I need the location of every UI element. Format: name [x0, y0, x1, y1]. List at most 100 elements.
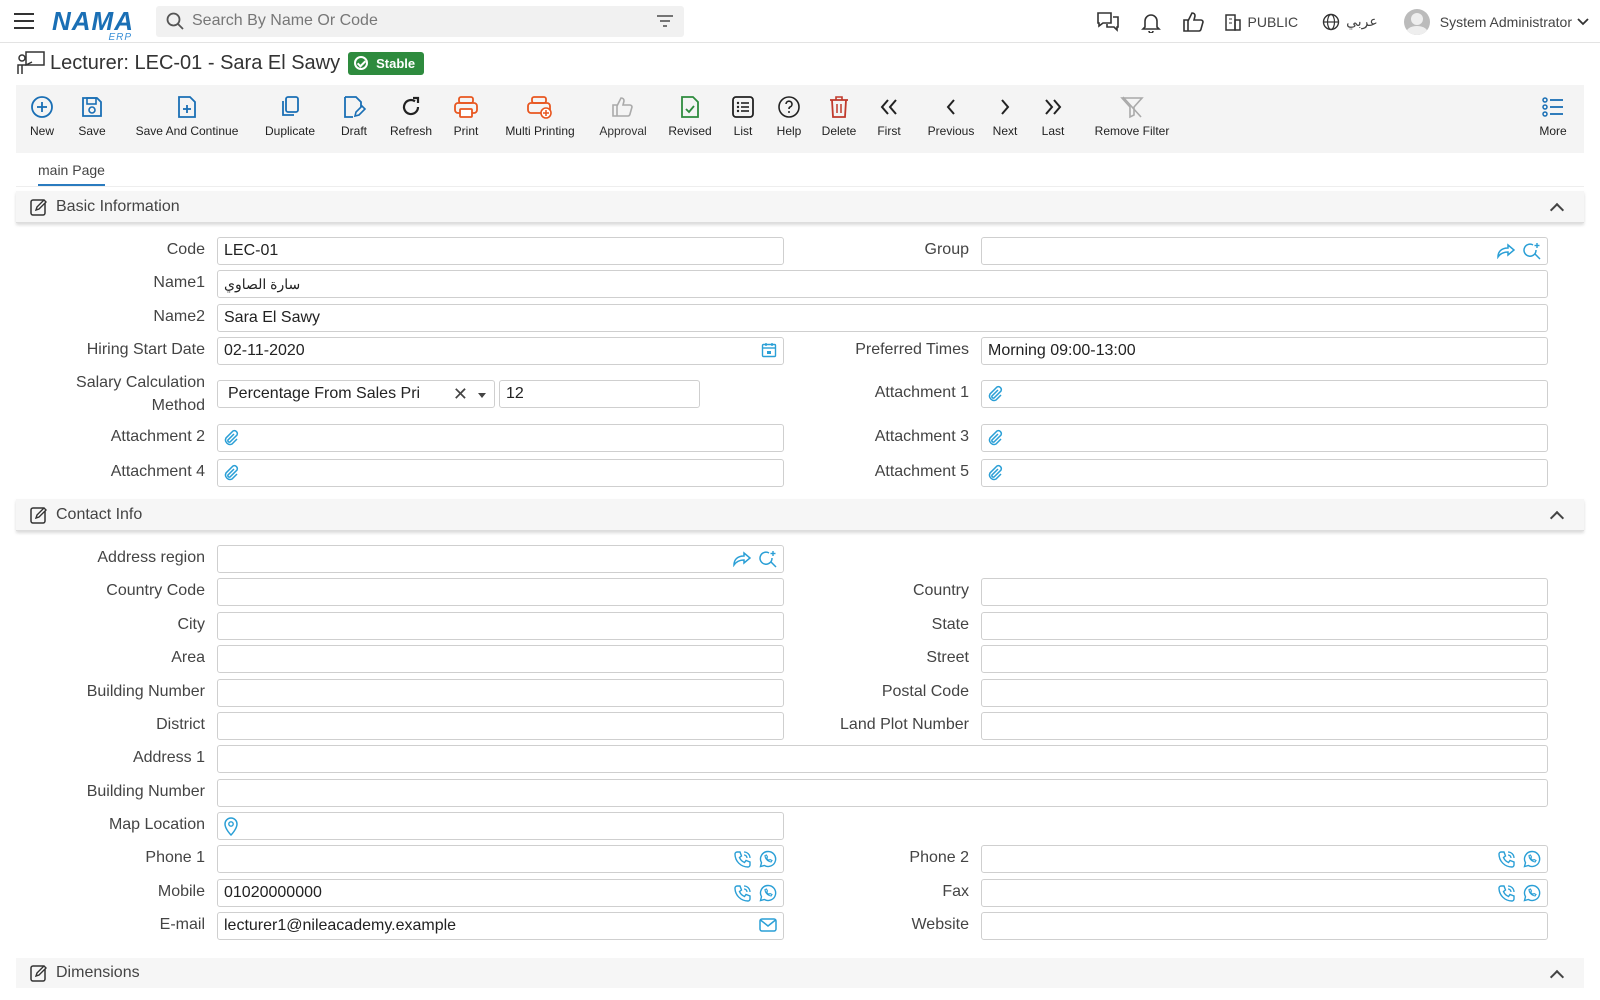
next-button[interactable]: Next	[990, 85, 1020, 138]
group-field[interactable]	[981, 237, 1548, 265]
website-label: Website	[911, 916, 969, 933]
paperclip-icon[interactable]	[986, 464, 1004, 482]
attachment-4-label: Attachment 4	[110, 463, 205, 480]
name1-field[interactable]: سارة الصاوي	[217, 270, 1548, 298]
approval-button[interactable]: Approval	[598, 85, 648, 138]
caret-down-icon[interactable]	[478, 393, 486, 398]
salary-value-field[interactable]: 12	[499, 380, 700, 408]
land-plot-number-field[interactable]	[981, 712, 1548, 740]
delete-button[interactable]: Delete	[820, 85, 858, 138]
whatsapp-icon[interactable]	[759, 884, 777, 902]
attachment-4-field[interactable]	[217, 459, 784, 487]
multi-printing-button[interactable]: Multi Printing	[504, 85, 576, 138]
logo[interactable]: NAMA ERP	[52, 6, 136, 43]
address-region-field[interactable]	[217, 545, 784, 573]
calendar-icon[interactable]	[761, 342, 777, 358]
top-actions: PUBLIC عربي System Administrator	[1076, 0, 1591, 43]
phone-1-field[interactable]	[217, 845, 784, 873]
draft-button[interactable]: Draft	[334, 85, 374, 138]
dimensions-header[interactable]: Dimensions	[16, 958, 1584, 988]
chevron-up-icon[interactable]	[1549, 202, 1565, 218]
help-button[interactable]: Help	[774, 85, 804, 138]
share-arrow-icon[interactable]	[1497, 243, 1515, 259]
map-pin-icon[interactable]	[222, 816, 240, 836]
address-1-field[interactable]	[217, 745, 1548, 773]
tab-main-page[interactable]: main Page	[38, 162, 105, 186]
street-field[interactable]	[981, 645, 1548, 673]
email-field[interactable]: lecturer1@nileacademy.example	[217, 912, 784, 940]
attachment-5-field[interactable]	[981, 459, 1548, 487]
salary-method-select[interactable]: Percentage From Sales Pri ✕	[217, 380, 495, 408]
chevron-up-icon[interactable]	[1549, 510, 1565, 526]
website-field[interactable]	[981, 912, 1548, 940]
menu-icon[interactable]	[12, 11, 36, 31]
contact-info-header[interactable]: Contact Info	[16, 499, 1584, 531]
building-number-2-field[interactable]	[217, 779, 1548, 807]
share-arrow-icon[interactable]	[733, 551, 751, 567]
search-add-icon[interactable]	[759, 550, 777, 568]
paperclip-icon[interactable]	[222, 464, 240, 482]
country-code-field[interactable]	[217, 578, 784, 606]
first-button[interactable]: First	[874, 85, 904, 138]
whatsapp-icon[interactable]	[1523, 850, 1541, 868]
mail-icon[interactable]	[759, 917, 777, 933]
postal-code-field[interactable]	[981, 679, 1548, 707]
phone-icon[interactable]	[734, 850, 751, 868]
attachment-1-field[interactable]	[981, 380, 1548, 408]
search-box	[156, 5, 684, 37]
map-location-field[interactable]	[217, 812, 784, 840]
country-code-label: Country Code	[106, 582, 205, 599]
name2-field[interactable]: Sara El Sawy	[217, 304, 1548, 332]
search-add-icon[interactable]	[1523, 242, 1541, 260]
user-menu[interactable]: System Administrator	[1403, 8, 1590, 35]
phone-icon[interactable]	[1498, 884, 1515, 902]
area-field[interactable]	[217, 645, 784, 673]
chat-icon[interactable]	[1096, 11, 1120, 33]
phone-icon[interactable]	[734, 884, 751, 902]
clear-icon[interactable]: ✕	[453, 384, 468, 405]
attachment-3-field[interactable]	[981, 424, 1548, 452]
branch-selector[interactable]: PUBLIC	[1224, 13, 1299, 31]
bell-icon[interactable]	[1140, 11, 1162, 33]
save-button[interactable]: Save	[66, 85, 118, 138]
duplicate-button[interactable]: Duplicate	[260, 85, 320, 138]
paperclip-icon[interactable]	[222, 429, 240, 447]
whatsapp-icon[interactable]	[1523, 884, 1541, 902]
language-selector[interactable]: عربي	[1322, 13, 1378, 31]
attachment-2-field[interactable]	[217, 424, 784, 452]
branch-label: PUBLIC	[1247, 13, 1299, 30]
paperclip-icon[interactable]	[986, 385, 1004, 403]
filter-icon[interactable]	[656, 14, 674, 28]
mobile-field[interactable]: 01020000000	[217, 879, 784, 907]
fax-field[interactable]	[981, 879, 1548, 907]
city-field[interactable]	[217, 612, 784, 640]
code-field[interactable]: LEC-01	[217, 237, 784, 265]
country-field[interactable]	[981, 578, 1548, 606]
new-button[interactable]: New	[24, 85, 60, 138]
save-and-continue-button[interactable]: Save And Continue	[134, 85, 240, 138]
search-input[interactable]	[192, 12, 632, 30]
hiring-start-date-field[interactable]: 02-11-2020	[217, 337, 784, 365]
paperclip-icon[interactable]	[986, 429, 1004, 447]
chevron-up-icon[interactable]	[1549, 969, 1565, 985]
more-button[interactable]: More	[1538, 85, 1568, 138]
file-check-icon	[681, 96, 699, 118]
list-button[interactable]: List	[728, 85, 758, 138]
building-number-field[interactable]	[217, 679, 784, 707]
phone-icon[interactable]	[1498, 850, 1515, 868]
phone-2-field[interactable]	[981, 845, 1548, 873]
revised-button[interactable]: Revised	[664, 85, 716, 138]
basic-information-header[interactable]: Basic Information	[16, 191, 1584, 223]
last-button[interactable]: Last	[1038, 85, 1068, 138]
remove-filter-button[interactable]: Remove Filter	[1094, 85, 1170, 138]
whatsapp-icon[interactable]	[759, 850, 777, 868]
print-button[interactable]: Print	[446, 85, 486, 138]
previous-button[interactable]: Previous	[926, 85, 976, 138]
basic-information-section: Basic Information Code LEC-01 Group Name…	[16, 191, 1584, 497]
thumbs-up-icon[interactable]	[1182, 11, 1204, 33]
status-badge: Stable	[348, 51, 425, 75]
district-field[interactable]	[217, 712, 784, 740]
state-field[interactable]	[981, 612, 1548, 640]
refresh-button[interactable]: Refresh	[388, 85, 434, 138]
preferred-times-field[interactable]: Morning 09:00-13:00	[981, 337, 1548, 365]
